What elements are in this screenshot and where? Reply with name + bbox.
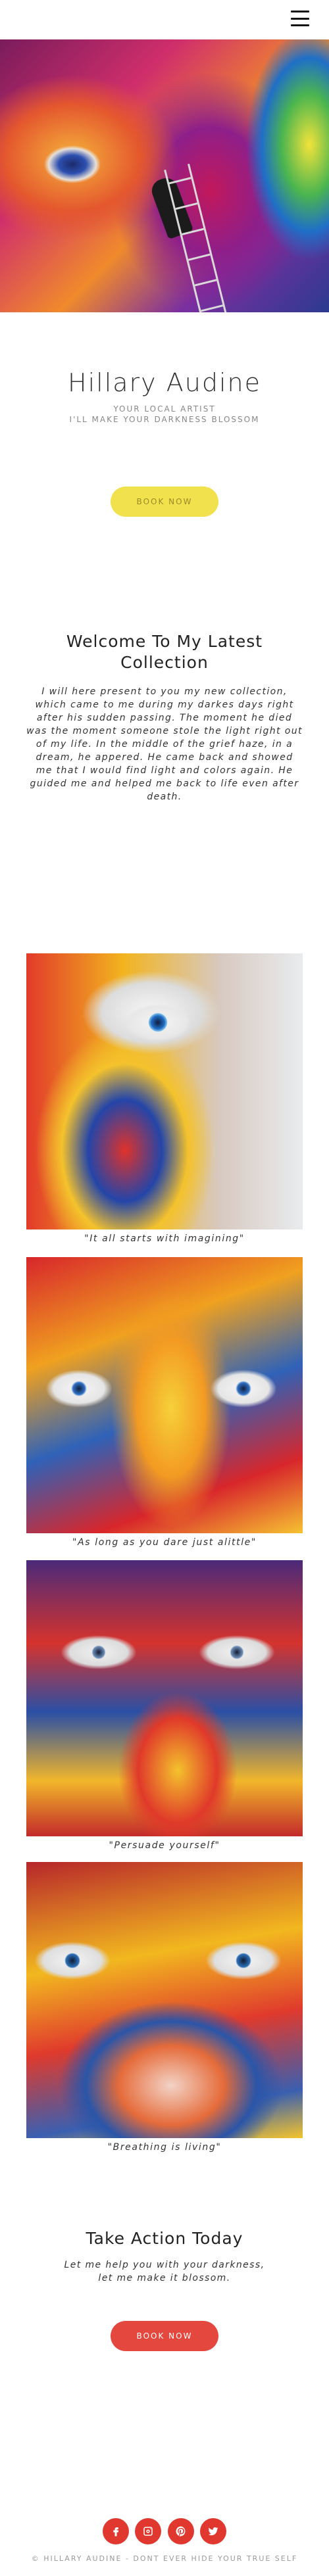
welcome-title-line-2: Collection [120, 653, 209, 672]
pinterest-icon[interactable] [167, 2518, 194, 2544]
facebook-icon[interactable] [103, 2518, 129, 2544]
intro-section: Hillary Audine YOUR LOCAL ARTIST I'LL MA… [0, 368, 329, 425]
footer-copyright: © HILLARY AUDINE - DONT EVER HIDE YOUR T… [31, 2554, 298, 2563]
welcome-title-line-1: Welcome To My Latest [66, 632, 263, 651]
action-text: Let me help you with your darkness, let … [0, 2258, 329, 2285]
gallery-image [26, 953, 303, 1229]
hamburger-menu-icon[interactable] [291, 11, 309, 26]
ladder [164, 164, 231, 312]
book-now-button-bottom[interactable]: BOOK NOW [111, 2321, 218, 2351]
book-now-button-top[interactable]: BOOK NOW [111, 487, 218, 517]
gallery-item: "Persuade yourself" [26, 1560, 303, 1853]
hero-image [0, 39, 329, 312]
gallery-image [26, 1862, 303, 2138]
top-bar [0, 0, 329, 39]
instagram-icon[interactable] [135, 2518, 162, 2544]
gallery-caption: "Breathing is living" [107, 2142, 222, 2153]
action-title: Take Action Today [86, 2229, 243, 2248]
gallery-image [26, 1560, 303, 1836]
twitter-icon[interactable] [199, 2518, 226, 2544]
menu-line [291, 17, 309, 20]
gallery-item: "As long as you dare just alittle" [26, 1257, 303, 1550]
gallery-item: "It all starts with imagining" [26, 953, 303, 1247]
gallery-caption: "It all starts with imagining" [84, 1233, 245, 1244]
menu-line [291, 24, 309, 26]
welcome-paragraph: I will here present to you my new collec… [26, 686, 303, 802]
welcome-title: Welcome To My Latest Collection [0, 631, 329, 673]
action-line-1: Let me help you with your darkness, [64, 2260, 265, 2270]
gallery-item: "Breathing is living" [26, 1862, 303, 2155]
menu-line [291, 11, 309, 12]
artist-name: Hillary Audine [68, 368, 261, 397]
gallery-caption: "Persuade yourself" [109, 1840, 220, 1851]
action-line-2: let me make it blossom. [98, 2273, 231, 2283]
gallery-image [26, 1257, 303, 1533]
social-links [103, 2518, 226, 2544]
tagline-line-1: YOUR LOCAL ARTIST [113, 404, 216, 414]
welcome-section: Welcome To My Latest Collection I will h… [0, 631, 329, 803]
tagline-line-2: I'LL MAKE YOUR DARKNESS BLOSSOM [69, 415, 260, 424]
call-to-action-section: Take Action Today Let me help you with y… [0, 2229, 329, 2285]
gallery-caption: "As long as you dare just alittle" [72, 1537, 257, 1548]
